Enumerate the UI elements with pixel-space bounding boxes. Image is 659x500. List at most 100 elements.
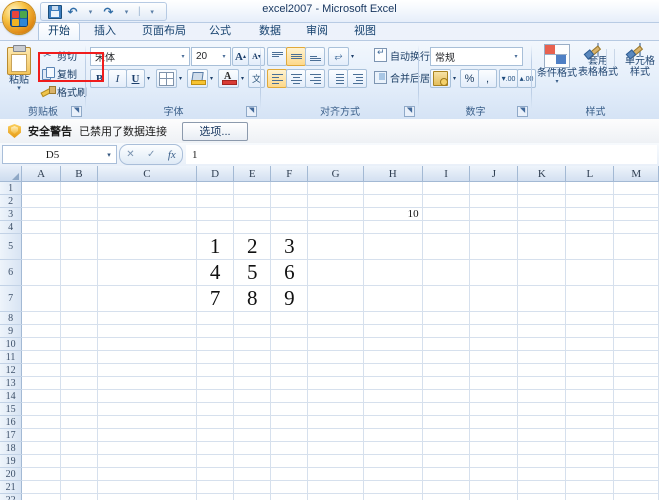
- cell-K10[interactable]: [517, 337, 567, 351]
- cell-K4[interactable]: [517, 220, 567, 234]
- clipboard-dialog-launcher[interactable]: ◥: [71, 106, 82, 117]
- cell-B11[interactable]: [60, 350, 98, 364]
- cell-A14[interactable]: [21, 389, 61, 403]
- cell-G4[interactable]: [307, 220, 364, 234]
- cell-F17[interactable]: [270, 428, 309, 442]
- cell-E9[interactable]: [233, 324, 272, 338]
- cell-K12[interactable]: [517, 363, 567, 377]
- column-header-M[interactable]: M: [613, 166, 659, 182]
- undo-button[interactable]: ↶: [65, 4, 80, 19]
- cell-L21[interactable]: [565, 480, 615, 494]
- percent-format-button[interactable]: %: [460, 69, 479, 88]
- increase-decimal-button[interactable]: ▾.00: [499, 69, 518, 88]
- cell-D1[interactable]: [196, 181, 235, 195]
- enter-formula-icon[interactable]: ✓: [147, 149, 155, 160]
- cell-M1[interactable]: [613, 181, 659, 195]
- cell-F15[interactable]: [270, 402, 309, 416]
- tab-home[interactable]: 开始: [38, 22, 80, 41]
- column-header-F[interactable]: F: [270, 166, 309, 182]
- borders-dropdown-icon[interactable]: ▾: [175, 69, 186, 88]
- tab-review[interactable]: 审阅: [297, 22, 337, 40]
- row-header-14[interactable]: 14: [0, 389, 23, 403]
- tab-formulas[interactable]: 公式: [200, 22, 240, 40]
- cell-A18[interactable]: [21, 441, 61, 455]
- cell-D3[interactable]: [196, 207, 235, 221]
- cell-L14[interactable]: [565, 389, 615, 403]
- align-bottom-button[interactable]: [305, 47, 325, 66]
- name-box-dropdown-icon[interactable]: ▾: [102, 151, 116, 159]
- cell-J4[interactable]: [469, 220, 519, 234]
- font-name-dropdown-icon[interactable]: ▾: [177, 53, 189, 60]
- cell-L12[interactable]: [565, 363, 615, 377]
- cell-H18[interactable]: [363, 441, 423, 455]
- cell-J8[interactable]: [469, 311, 519, 325]
- row-header-8[interactable]: 8: [0, 311, 23, 325]
- cell-H13[interactable]: [363, 376, 423, 390]
- cell-B18[interactable]: [60, 441, 98, 455]
- cell-B12[interactable]: [60, 363, 98, 377]
- cell-M16[interactable]: [613, 415, 659, 429]
- cell-K14[interactable]: [517, 389, 567, 403]
- column-header-I[interactable]: I: [422, 166, 471, 182]
- cell-L22[interactable]: [565, 493, 615, 500]
- paste-button[interactable]: 粘贴 ▾: [4, 45, 34, 103]
- cell-F8[interactable]: [270, 311, 309, 325]
- cell-K6[interactable]: [517, 259, 567, 286]
- column-header-A[interactable]: A: [21, 166, 61, 182]
- cell-D2[interactable]: [196, 194, 235, 208]
- font-color-button[interactable]: A: [218, 69, 239, 88]
- security-options-button[interactable]: 选项...: [182, 121, 248, 141]
- cell-B9[interactable]: [60, 324, 98, 338]
- cell-I3[interactable]: [422, 207, 471, 221]
- tab-insert[interactable]: 插入: [85, 22, 125, 40]
- cell-B4[interactable]: [60, 220, 98, 234]
- cell-K7[interactable]: [517, 285, 567, 312]
- cell-I5[interactable]: [422, 233, 471, 260]
- cell-E22[interactable]: [233, 493, 272, 500]
- cell-G3[interactable]: [307, 207, 364, 221]
- cell-D9[interactable]: [196, 324, 235, 338]
- cell-L2[interactable]: [565, 194, 615, 208]
- cell-E19[interactable]: [233, 454, 272, 468]
- cell-I14[interactable]: [422, 389, 471, 403]
- cell-G16[interactable]: [307, 415, 364, 429]
- accounting-dropdown-icon[interactable]: ▾: [449, 69, 460, 88]
- cell-K21[interactable]: [517, 480, 567, 494]
- cell-D8[interactable]: [196, 311, 235, 325]
- cell-C10[interactable]: [97, 337, 198, 351]
- cell-F20[interactable]: [270, 467, 309, 481]
- cell-C12[interactable]: [97, 363, 198, 377]
- cell-F12[interactable]: [270, 363, 309, 377]
- cell-H5[interactable]: [363, 233, 423, 260]
- cell-A12[interactable]: [21, 363, 61, 377]
- cell-E10[interactable]: [233, 337, 272, 351]
- row-header-4[interactable]: 4: [0, 220, 23, 234]
- increase-indent-button[interactable]: [347, 69, 367, 88]
- cell-G5[interactable]: [307, 233, 364, 260]
- cell-E7[interactable]: 8: [233, 285, 272, 312]
- cell-J16[interactable]: [469, 415, 519, 429]
- cell-I10[interactable]: [422, 337, 471, 351]
- cell-G7[interactable]: [307, 285, 364, 312]
- spreadsheet-grid[interactable]: ABCDEFGHIJKLM 1 2 3 10 4 5 1 2 3 6 4 5 6 7 7 8 9 8 9 10 11 12…: [0, 166, 659, 500]
- decrease-indent-button[interactable]: [328, 69, 348, 88]
- column-header-H[interactable]: H: [363, 166, 423, 182]
- undo-dropdown-icon[interactable]: ▾: [83, 4, 98, 19]
- cell-F14[interactable]: [270, 389, 309, 403]
- column-header-L[interactable]: L: [565, 166, 615, 182]
- column-header-C[interactable]: C: [97, 166, 198, 182]
- cell-M11[interactable]: [613, 350, 659, 364]
- cell-G6[interactable]: [307, 259, 364, 286]
- cell-G10[interactable]: [307, 337, 364, 351]
- cell-B2[interactable]: [60, 194, 98, 208]
- cell-I21[interactable]: [422, 480, 471, 494]
- name-box[interactable]: D5 ▾: [2, 145, 117, 164]
- cell-A17[interactable]: [21, 428, 61, 442]
- cell-H7[interactable]: [363, 285, 423, 312]
- cell-L3[interactable]: [565, 207, 615, 221]
- cell-M14[interactable]: [613, 389, 659, 403]
- font-color-dropdown-icon[interactable]: ▾: [237, 69, 248, 88]
- cell-E21[interactable]: [233, 480, 272, 494]
- cell-M19[interactable]: [613, 454, 659, 468]
- cell-K15[interactable]: [517, 402, 567, 416]
